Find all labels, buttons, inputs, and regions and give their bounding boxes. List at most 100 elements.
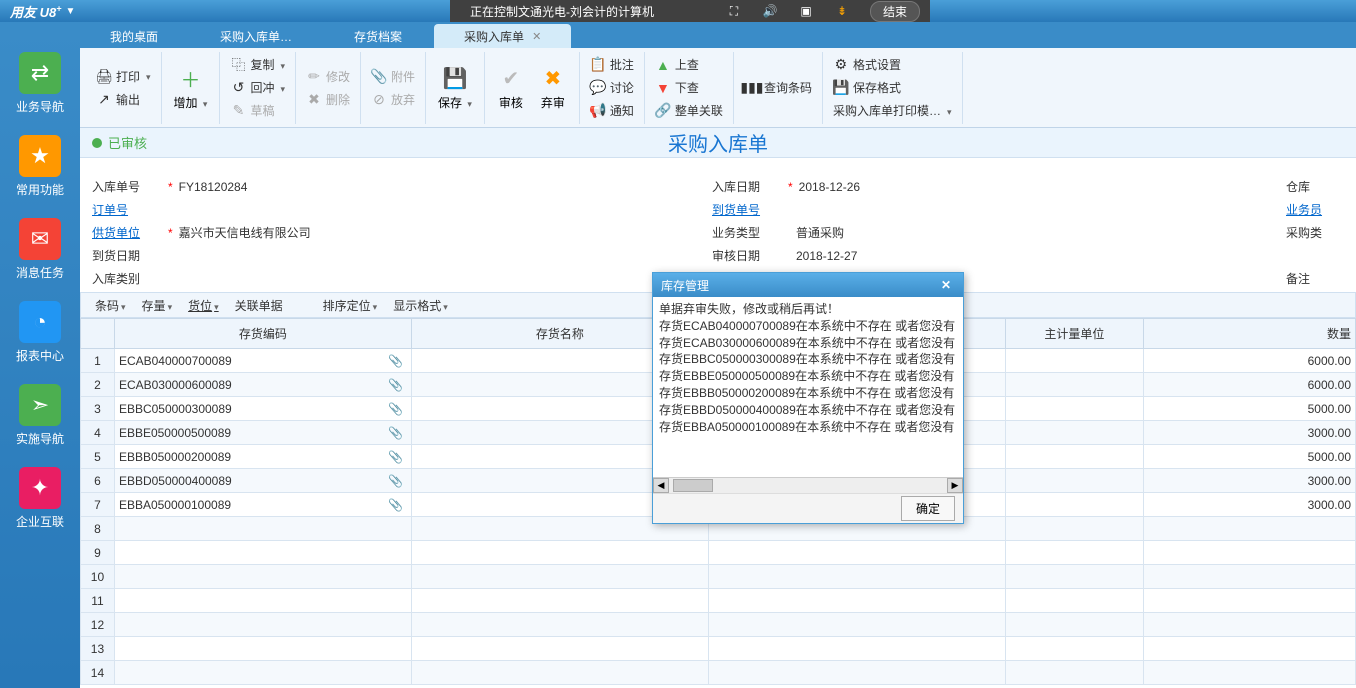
cell-code[interactable]: ECAB030000600089📎	[114, 373, 411, 397]
cell-qty[interactable]	[1143, 565, 1355, 589]
sidebar-item-企业互联[interactable]: ✦企业互联	[10, 467, 70, 530]
draft-button[interactable]: ✎草稿	[226, 100, 289, 121]
cell-unit[interactable]	[1005, 445, 1143, 469]
attachment-icon[interactable]: 📎	[388, 402, 403, 416]
pin-icon[interactable]: ⇟	[834, 3, 850, 19]
audit-button[interactable]: ✔审核	[491, 62, 531, 113]
table-row[interactable]: 9	[81, 541, 1356, 565]
print-template-button[interactable]: 采购入库单打印模…	[829, 100, 956, 121]
rk-date-value[interactable]: 2018-12-26	[799, 180, 860, 194]
attachment-icon[interactable]: 📎	[388, 474, 403, 488]
attachment-icon[interactable]: 📎	[388, 498, 403, 512]
format-set-button[interactable]: ⚙格式设置	[829, 54, 956, 75]
tab-close-icon[interactable]: ✕	[532, 30, 541, 43]
cell-unit[interactable]	[1005, 541, 1143, 565]
cell-qty[interactable]	[1143, 661, 1355, 685]
order-no-label[interactable]: 订单号	[92, 201, 162, 218]
table-row[interactable]: 14	[81, 661, 1356, 685]
attachment-icon[interactable]: 📎	[388, 450, 403, 464]
supplier-value[interactable]: 嘉兴市天信电线有限公司	[179, 224, 311, 241]
unaudit-button[interactable]: ✖弃审	[533, 62, 573, 113]
grid-stock-btn[interactable]: 存量	[136, 295, 179, 316]
cell-qty[interactable]	[1143, 637, 1355, 661]
dialog-scrollbar[interactable]: ◀ ▶	[653, 477, 963, 493]
cell-qty[interactable]	[1143, 541, 1355, 565]
grid-loc-btn[interactable]: 货位	[182, 295, 225, 316]
add-button[interactable]: ＋增加	[168, 62, 214, 113]
up-check-button[interactable]: ▲上查	[651, 54, 727, 75]
cell-name[interactable]	[411, 637, 708, 661]
barcode-button[interactable]: ▮▮▮查询条码	[740, 77, 816, 98]
window-icon[interactable]: ▣	[798, 3, 814, 19]
cell-name[interactable]	[411, 565, 708, 589]
table-row[interactable]: 13	[81, 637, 1356, 661]
titlebar-dropdown-icon[interactable]: ▼	[66, 6, 76, 17]
cell-unit[interactable]	[1005, 589, 1143, 613]
col-unit-header[interactable]: 主计量单位	[1005, 319, 1143, 349]
cell-code[interactable]	[114, 517, 411, 541]
delete-button[interactable]: ✖删除	[302, 89, 354, 110]
sidebar-item-常用功能[interactable]: ★常用功能	[10, 135, 70, 198]
attach-button[interactable]: 📎附件	[367, 66, 419, 87]
tab-采购入库单[interactable]: 采购入库单✕	[434, 24, 571, 48]
sidebar-item-消息任务[interactable]: ✉消息任务	[10, 218, 70, 281]
cell-qty[interactable]	[1143, 589, 1355, 613]
cell-code[interactable]: EBBE050000500089📎	[114, 421, 411, 445]
cell-qty[interactable]: 6000.00	[1143, 349, 1355, 373]
cell-code[interactable]	[114, 589, 411, 613]
cell-name[interactable]	[411, 541, 708, 565]
attachment-icon[interactable]: 📎	[388, 378, 403, 392]
abandon-button[interactable]: ⊘放弃	[367, 89, 419, 110]
cell-unit[interactable]	[1005, 373, 1143, 397]
cell-code[interactable]: EBBA050000100089📎	[114, 493, 411, 517]
cell-code[interactable]: ECAB040000700089📎	[114, 349, 411, 373]
grid-related-btn[interactable]: 关联单据	[229, 295, 289, 316]
cell-name[interactable]	[411, 661, 708, 685]
cell-unit[interactable]	[1005, 397, 1143, 421]
grid-display-btn[interactable]: 显示格式	[387, 295, 454, 316]
cell-name[interactable]	[411, 613, 708, 637]
modify-button[interactable]: ✏修改	[302, 66, 354, 87]
reverse-button[interactable]: ↺回冲	[226, 77, 289, 98]
fullscreen-icon[interactable]: ⛶	[726, 3, 742, 19]
tab-存货档案[interactable]: 存货档案	[324, 24, 432, 48]
scroll-left-icon[interactable]: ◀	[653, 478, 669, 493]
cell-qty[interactable]	[1143, 517, 1355, 541]
cell-code[interactable]	[114, 637, 411, 661]
cell-code[interactable]	[114, 613, 411, 637]
cell-unit[interactable]	[1005, 637, 1143, 661]
output-button[interactable]: ↗输出	[92, 89, 155, 110]
copy-button[interactable]: ⿻复制	[226, 54, 289, 75]
discuss-button[interactable]: 💬讨论	[586, 77, 638, 98]
notify-button[interactable]: 📢通知	[586, 100, 638, 121]
cell-code[interactable]	[114, 565, 411, 589]
sidebar-item-实施导航[interactable]: ➣实施导航	[10, 384, 70, 447]
batch-button[interactable]: 📋批注	[586, 54, 638, 75]
grid-barcode-btn[interactable]: 条码	[89, 295, 132, 316]
cell-unit[interactable]	[1005, 661, 1143, 685]
grid-sort-btn[interactable]: 排序定位	[317, 295, 384, 316]
format-save-button[interactable]: 💾保存格式	[829, 77, 956, 98]
cell-unit[interactable]	[1005, 613, 1143, 637]
audit-date-value[interactable]: 2018-12-27	[796, 249, 857, 263]
sidebar-item-业务导航[interactable]: ⇄业务导航	[10, 52, 70, 115]
cell-qty[interactable]: 3000.00	[1143, 493, 1355, 517]
cell-qty[interactable]: 3000.00	[1143, 421, 1355, 445]
cell-code[interactable]: EBBD050000400089📎	[114, 469, 411, 493]
col-qty-header[interactable]: 数量	[1143, 319, 1355, 349]
cell-code[interactable]	[114, 661, 411, 685]
cell-qty[interactable]: 6000.00	[1143, 373, 1355, 397]
attachment-icon[interactable]: 📎	[388, 426, 403, 440]
table-row[interactable]: 11	[81, 589, 1356, 613]
table-row[interactable]: 12	[81, 613, 1356, 637]
cell-code[interactable]: EBBC050000300089📎	[114, 397, 411, 421]
tab-采购入库单…[interactable]: 采购入库单…	[190, 24, 322, 48]
attachment-icon[interactable]: 📎	[388, 354, 403, 368]
sound-icon[interactable]: 🔊	[762, 3, 778, 19]
dialog-close-button[interactable]: ✕	[937, 278, 955, 292]
cell-qty[interactable]: 5000.00	[1143, 397, 1355, 421]
cell-qty[interactable]: 3000.00	[1143, 469, 1355, 493]
cell-unit[interactable]	[1005, 349, 1143, 373]
tab-我的桌面[interactable]: 我的桌面	[80, 24, 188, 48]
save-button[interactable]: 💾保存	[432, 62, 478, 113]
